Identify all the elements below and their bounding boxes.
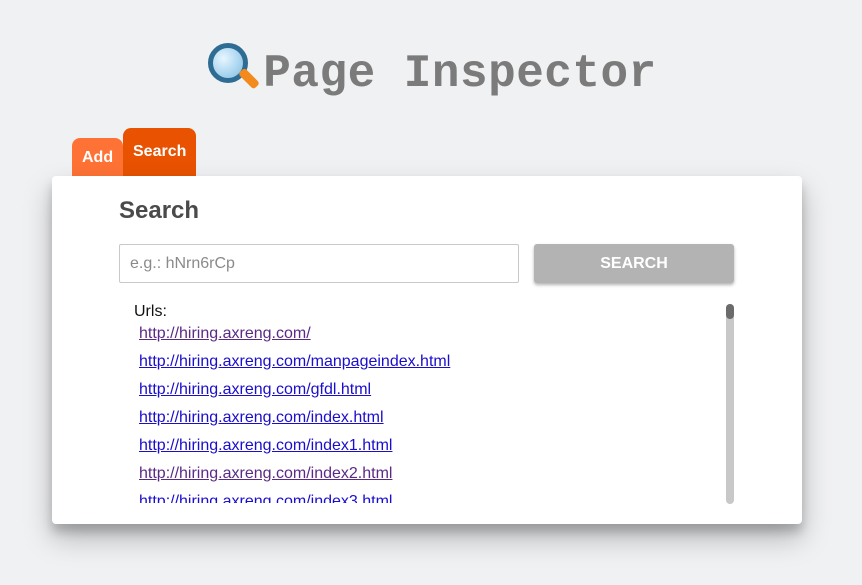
- search-input[interactable]: [119, 244, 519, 283]
- url-results[interactable]: Urls: http://hiring.axreng.com/ http://h…: [134, 303, 724, 503]
- magnifying-glass-icon: [205, 40, 261, 92]
- urls-label: Urls:: [134, 303, 167, 320]
- list-item: http://hiring.axreng.com/: [139, 325, 724, 353]
- list-item: http://hiring.axreng.com/index1.html: [139, 437, 724, 465]
- url-list: http://hiring.axreng.com/ http://hiring.…: [134, 325, 724, 503]
- url-link[interactable]: http://hiring.axreng.com/index2.html: [139, 465, 392, 482]
- tab-search-label: Search: [133, 143, 187, 160]
- search-panel: Search SEARCH Urls: http://hiring.axreng…: [52, 176, 802, 524]
- page-title-text: Page Inspector: [263, 48, 657, 100]
- search-button[interactable]: SEARCH: [534, 244, 734, 283]
- results-scrollbar[interactable]: [726, 304, 734, 504]
- tab-search[interactable]: Search: [123, 128, 196, 178]
- url-link[interactable]: http://hiring.axreng.com/index1.html: [139, 437, 392, 454]
- tab-add-label: Add: [82, 149, 114, 166]
- list-item: http://hiring.axreng.com/manpageindex.ht…: [139, 353, 724, 381]
- list-item: http://hiring.axreng.com/index3.html: [139, 493, 724, 503]
- search-heading: Search: [119, 197, 200, 224]
- scrollbar-thumb[interactable]: [726, 304, 734, 319]
- list-item: http://hiring.axreng.com/index.html: [139, 409, 724, 437]
- url-link[interactable]: http://hiring.axreng.com/manpageindex.ht…: [139, 353, 450, 370]
- page-title: Page Inspector: [0, 40, 862, 100]
- url-link[interactable]: http://hiring.axreng.com/index3.html: [139, 493, 392, 503]
- list-item: http://hiring.axreng.com/index2.html: [139, 465, 724, 493]
- tab-add[interactable]: Add: [72, 138, 123, 178]
- url-link[interactable]: http://hiring.axreng.com/gfdl.html: [139, 381, 371, 398]
- url-link[interactable]: http://hiring.axreng.com/: [139, 325, 311, 342]
- list-item: http://hiring.axreng.com/gfdl.html: [139, 381, 724, 409]
- url-link[interactable]: http://hiring.axreng.com/index.html: [139, 409, 384, 426]
